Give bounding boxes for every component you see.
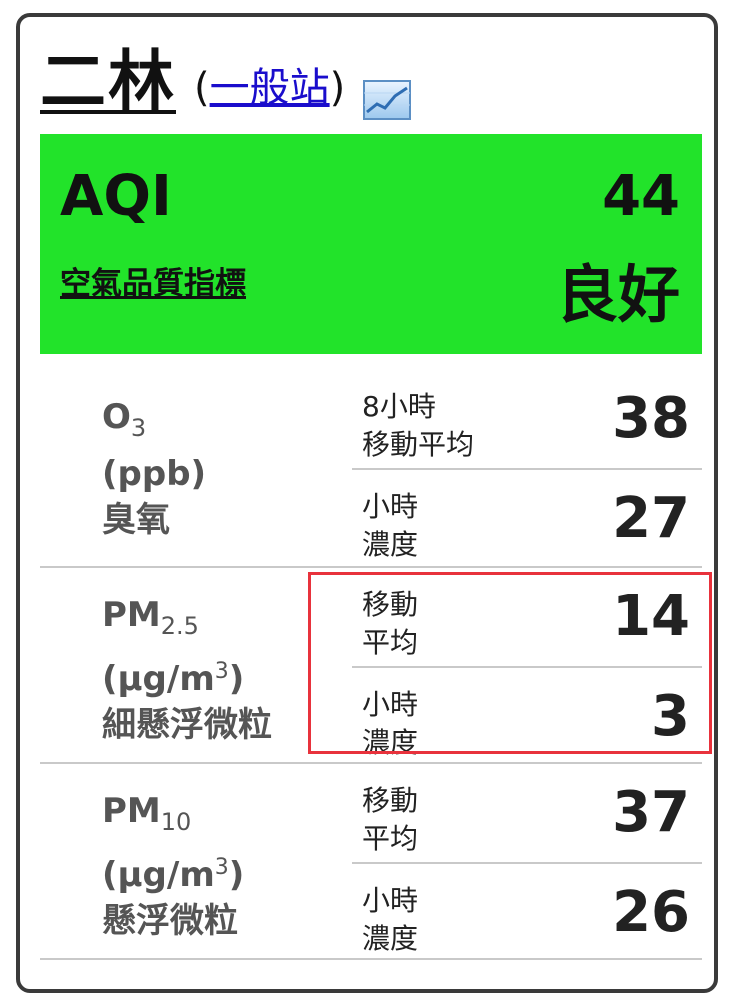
- station-name: 二林: [40, 43, 176, 120]
- station-type-link[interactable]: 一般站: [210, 65, 330, 111]
- aqi-value: 44: [602, 164, 680, 229]
- metric-value: 37: [612, 780, 690, 845]
- station-type: (一般站): [194, 65, 346, 111]
- metric-hourly: 小時 濃度 27: [352, 468, 702, 568]
- pollutant-row-pm10: PM10 (μg/m3) 懸浮微粒 移動 平均 37 小時 濃度 26: [40, 762, 702, 960]
- metric-hourly: 小時 濃度 26: [352, 862, 702, 962]
- pollutant-row-o3: O3 (ppb) 臭氧 8小時 移動平均 38 小時 濃度 27: [40, 370, 702, 566]
- metric-value: 26: [612, 880, 690, 945]
- metric-8hr-avg: 8小時 移動平均 38: [352, 370, 702, 468]
- divider: [40, 958, 702, 960]
- metric-value: 38: [612, 386, 690, 451]
- metric-label: 移動 平均: [362, 784, 419, 855]
- aqi-status: 良好: [555, 258, 680, 331]
- station-header: 二林 (一般站): [40, 30, 412, 122]
- line-chart-icon[interactable]: [363, 80, 412, 120]
- pollutant-name: PM2.5 (μg/m3) 細懸浮微粒: [102, 595, 272, 745]
- highlight-box: [308, 572, 712, 754]
- metric-value: 27: [612, 486, 690, 551]
- pollutant-name: O3 (ppb) 臭氧: [102, 397, 207, 540]
- pollutant-name: PM10 (μg/m3) 懸浮微粒: [102, 791, 245, 941]
- metric-label: 小時 濃度: [362, 490, 419, 561]
- aqi-label: AQI: [60, 164, 172, 229]
- metric-label: 小時 濃度: [362, 884, 419, 955]
- aqi-subtitle-link[interactable]: 空氣品質指標: [60, 258, 246, 303]
- metric-label: 8小時 移動平均: [362, 390, 475, 461]
- metric-moving-avg: 移動 平均 37: [352, 764, 702, 862]
- aqi-panel: AQI 44 空氣品質指標 良好: [40, 134, 702, 354]
